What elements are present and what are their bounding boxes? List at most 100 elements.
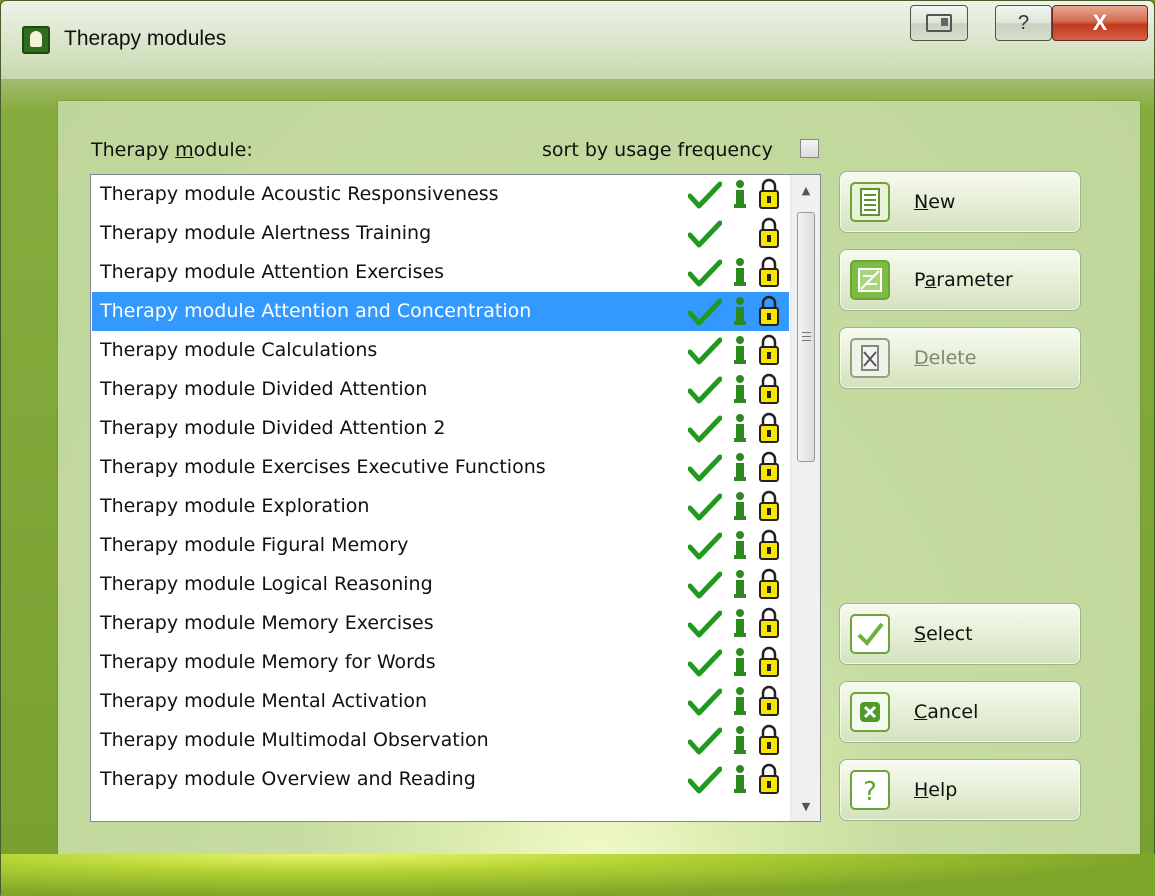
list-item-label: Therapy module Attention and Concentrati… bbox=[100, 300, 532, 322]
cancel-accel: C bbox=[914, 701, 928, 723]
delete-button[interactable]: Delete bbox=[839, 327, 1081, 389]
delete-button-label: Delete bbox=[914, 328, 976, 388]
lock-icon bbox=[758, 451, 780, 483]
list-item[interactable]: Therapy module Divided Attention 2 bbox=[92, 409, 789, 448]
list-item-label: Therapy module Acoustic Responsiveness bbox=[100, 183, 499, 205]
therapy-module-list[interactable]: Therapy module Acoustic Responsiveness Th… bbox=[90, 174, 821, 822]
lock-icon bbox=[758, 529, 780, 561]
lock-icon bbox=[758, 256, 780, 288]
list-item-label: Therapy module Overview and Reading bbox=[100, 768, 476, 790]
caption-pre: Therapy bbox=[91, 139, 176, 161]
close-icon: X bbox=[1092, 10, 1108, 35]
list-item[interactable]: Therapy module Overview and Reading bbox=[92, 760, 789, 799]
restore-window-icon bbox=[926, 14, 952, 32]
list-item[interactable]: Therapy module Attention and Concentrati… bbox=[92, 292, 789, 331]
info-icon bbox=[733, 569, 747, 599]
list-item[interactable]: Therapy module Mental Activation bbox=[92, 682, 789, 721]
info-icon bbox=[733, 764, 747, 794]
new-rest: ew bbox=[928, 191, 956, 213]
info-icon bbox=[733, 257, 747, 287]
checkmark-icon bbox=[687, 649, 723, 677]
close-button[interactable]: X bbox=[1052, 5, 1148, 41]
info-icon bbox=[733, 179, 747, 209]
info-icon bbox=[733, 335, 747, 365]
help-button[interactable]: ? Help bbox=[839, 759, 1081, 821]
list-item[interactable]: Therapy module Multimodal Observation bbox=[92, 721, 789, 760]
list-item-label: Therapy module Exercises Executive Funct… bbox=[100, 456, 546, 478]
info-icon bbox=[733, 686, 747, 716]
list-item-label: Therapy module Memory for Words bbox=[100, 651, 436, 673]
checkmark-icon bbox=[687, 571, 723, 599]
lock-icon bbox=[758, 334, 780, 366]
document-list-icon bbox=[850, 182, 890, 222]
checkmark-icon bbox=[687, 766, 723, 794]
lock-icon bbox=[758, 763, 780, 795]
caption-accel: m bbox=[175, 139, 194, 161]
new-button-label: New bbox=[914, 172, 955, 232]
checkmark-icon bbox=[687, 376, 723, 404]
new-accel: N bbox=[914, 191, 929, 213]
help-rest: elp bbox=[928, 779, 958, 801]
lock-icon bbox=[758, 685, 780, 717]
checkmark-icon bbox=[687, 610, 723, 638]
list-item[interactable]: Therapy module Memory Exercises bbox=[92, 604, 789, 643]
select-rest: elect bbox=[926, 623, 973, 645]
list-item[interactable]: Therapy module Divided Attention bbox=[92, 370, 789, 409]
help-caption-glyph: ? bbox=[1017, 11, 1030, 34]
checkmark-icon bbox=[687, 181, 723, 209]
title-bar[interactable]: Therapy modules ? X bbox=[1, 1, 1154, 79]
lock-icon bbox=[758, 646, 780, 678]
info-icon bbox=[733, 374, 747, 404]
checkmark-icon bbox=[687, 220, 723, 248]
grip-icon bbox=[802, 332, 811, 341]
list-item[interactable]: Therapy module Exploration bbox=[92, 487, 789, 526]
list-item-label: Therapy module Mental Activation bbox=[100, 690, 428, 712]
info-icon bbox=[733, 452, 747, 482]
lock-icon bbox=[758, 607, 780, 639]
list-item[interactable]: Therapy module Figural Memory bbox=[92, 526, 789, 565]
therapy-module-label: Therapy module: bbox=[91, 139, 253, 161]
list-item[interactable]: Therapy module Attention Exercises bbox=[92, 253, 789, 292]
select-button[interactable]: Select bbox=[839, 603, 1081, 665]
lock-icon bbox=[758, 724, 780, 756]
cancel-button[interactable]: Cancel bbox=[839, 681, 1081, 743]
list-item-label: Therapy module Calculations bbox=[100, 339, 378, 361]
question-icon: ? bbox=[850, 770, 890, 810]
lock-icon bbox=[758, 412, 780, 444]
delete-document-icon bbox=[850, 338, 890, 378]
help-accel: H bbox=[914, 779, 929, 801]
scroll-thumb[interactable] bbox=[797, 212, 815, 462]
parameter-rest: rameter bbox=[936, 269, 1013, 291]
parameter-button-label: Parameter bbox=[914, 250, 1013, 310]
list-item[interactable]: Therapy module Calculations bbox=[92, 331, 789, 370]
list-item[interactable]: Therapy module Alertness Training bbox=[92, 214, 789, 253]
checkmark-icon bbox=[850, 614, 890, 654]
lock-icon bbox=[758, 490, 780, 522]
cancel-x-icon bbox=[850, 692, 890, 732]
lock-icon bbox=[758, 217, 780, 249]
scroll-up-arrow-icon[interactable]: ▲ bbox=[791, 175, 820, 205]
list-item[interactable]: Therapy module Memory for Words bbox=[92, 643, 789, 682]
help-button-label: Help bbox=[914, 760, 957, 820]
info-icon bbox=[733, 725, 747, 755]
restore-button[interactable] bbox=[910, 5, 968, 41]
list-item[interactable]: Therapy module Acoustic Responsiveness bbox=[92, 175, 789, 214]
select-button-label: Select bbox=[914, 604, 973, 664]
parameter-button[interactable]: Parameter bbox=[839, 249, 1081, 311]
list-item-label: Therapy module Alertness Training bbox=[100, 222, 432, 244]
scroll-down-arrow-icon[interactable]: ▼ bbox=[791, 791, 820, 821]
app-icon bbox=[22, 26, 50, 54]
list-item-label: Therapy module Divided Attention 2 bbox=[100, 417, 446, 439]
info-icon bbox=[733, 647, 747, 677]
list-item[interactable]: Therapy module Logical Reasoning bbox=[92, 565, 789, 604]
info-icon bbox=[733, 608, 747, 638]
list-scrollbar[interactable]: ▲ ▼ bbox=[790, 175, 820, 821]
help-caption-button[interactable]: ? bbox=[995, 5, 1052, 41]
sort-by-usage-checkbox[interactable] bbox=[800, 139, 819, 158]
lock-icon bbox=[758, 568, 780, 600]
info-icon bbox=[733, 296, 747, 326]
list-item[interactable]: Therapy module Exercises Executive Funct… bbox=[92, 448, 789, 487]
list-item-label: Therapy module Multimodal Observation bbox=[100, 729, 489, 751]
parameter-pre: P bbox=[914, 269, 925, 291]
new-button[interactable]: New bbox=[839, 171, 1081, 233]
